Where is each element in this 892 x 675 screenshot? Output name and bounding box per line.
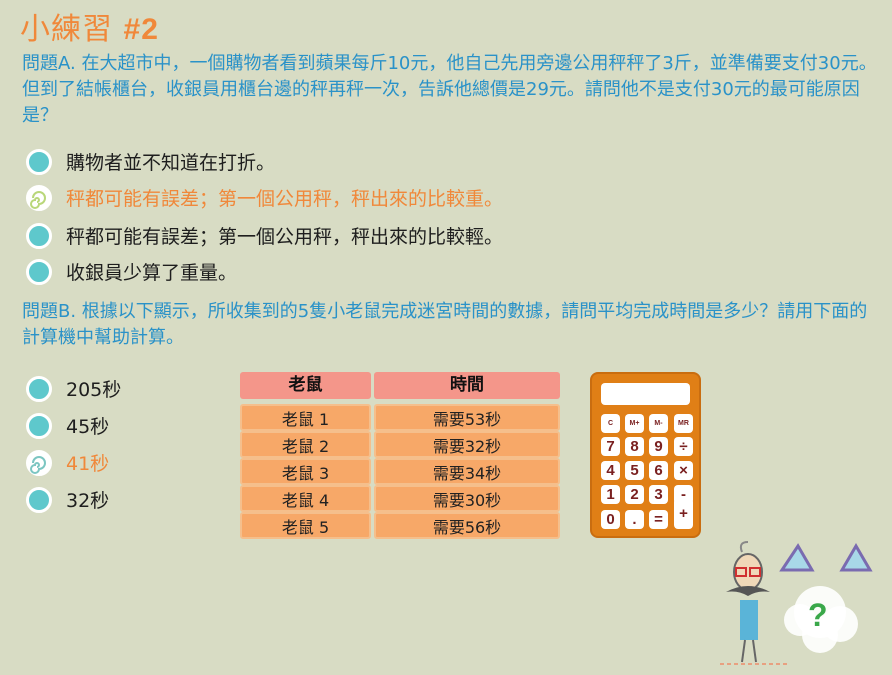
calculator[interactable]: C M+ M- MR 7 8 9 4 5 6 1 2 3 0 . = ÷ × -…	[590, 372, 701, 538]
table-header-time: 時間	[374, 372, 560, 399]
option-label: 秤都可能有誤差；第一個公用秤，秤出來的比較輕。	[66, 226, 504, 248]
calc-key-equals[interactable]: =	[649, 510, 668, 529]
page-title: 小練習 #2	[20, 4, 159, 48]
calc-key-1[interactable]: 1	[601, 485, 620, 504]
calc-key-mplus[interactable]: M+	[625, 414, 644, 433]
option-label: 205秒	[66, 379, 122, 401]
radio-button-icon[interactable]	[26, 486, 52, 513]
calc-key-dot[interactable]: .	[625, 510, 644, 529]
question-a-text: 問題A. 在大超市中，一個購物者看到蘋果每斤10元，他自己先用旁邊公用秤秤了3斤…	[22, 53, 877, 126]
title-prefix: 小練習	[20, 12, 124, 47]
calc-key-divide[interactable]: ÷	[674, 437, 693, 456]
option-b2[interactable]: 45秒	[26, 412, 109, 439]
flask-icon	[779, 543, 873, 572]
option-a4[interactable]: 收銀員少算了重量。	[26, 258, 237, 285]
table-cell: 需要30秒	[374, 485, 560, 512]
calc-key-4[interactable]: 4	[601, 461, 620, 480]
option-label: 32秒	[66, 490, 110, 512]
table-cell: 需要34秒	[374, 458, 560, 485]
calc-key-6[interactable]: 6	[649, 461, 668, 480]
question-b-text: 問題B. 根據以下顯示，所收集到的5隻小老鼠完成迷宮時間的數據，請問平均完成時間…	[22, 301, 868, 348]
option-a3[interactable]: 秤都可能有誤差；第一個公用秤，秤出來的比較輕。	[26, 222, 503, 249]
calculator-display	[601, 383, 690, 405]
radio-button-icon[interactable]	[26, 222, 52, 249]
option-a1[interactable]: 購物者並不知道在打折。	[26, 148, 275, 175]
option-b3[interactable]: 41秒	[26, 449, 109, 476]
calc-key-clear[interactable]: C	[601, 414, 620, 433]
calc-key-0[interactable]: 0	[601, 510, 620, 529]
option-label: 購物者並不知道在打折。	[66, 152, 276, 174]
calc-key-8[interactable]: 8	[625, 437, 644, 456]
option-label: 收銀員少算了重量。	[66, 262, 238, 284]
radio-button-icon[interactable]	[26, 258, 52, 285]
table-cell: 需要56秒	[374, 512, 560, 539]
calc-key-plus[interactable]: +	[674, 498, 693, 529]
title-number: #2	[123, 13, 159, 46]
calc-key-mminus[interactable]: M-	[649, 414, 668, 433]
svg-text:?: ?	[808, 597, 828, 633]
calc-key-7[interactable]: 7	[601, 437, 620, 456]
table-cell: 需要53秒	[374, 404, 560, 431]
option-b1[interactable]: 205秒	[26, 375, 121, 402]
calc-key-2[interactable]: 2	[625, 485, 644, 504]
table-header-mouse: 老鼠	[240, 372, 371, 399]
calc-key-mr[interactable]: MR	[674, 414, 693, 433]
table-cell: 老鼠 4	[240, 485, 371, 512]
scientist-illustration: ?	[720, 541, 873, 665]
table-cell: 老鼠 2	[240, 431, 371, 458]
option-label: 45秒	[66, 416, 110, 438]
calc-key-9[interactable]: 9	[649, 437, 668, 456]
table-cell: 老鼠 5	[240, 512, 371, 539]
option-b4[interactable]: 32秒	[26, 486, 109, 513]
radio-button-icon[interactable]	[26, 412, 52, 439]
scientist-icon	[720, 541, 790, 665]
selected-swirl-icon[interactable]	[26, 184, 52, 211]
calc-key-multiply[interactable]: ×	[674, 461, 693, 480]
radio-button-icon[interactable]	[26, 375, 52, 402]
calc-key-3[interactable]: 3	[649, 485, 668, 504]
table-cell: 老鼠 3	[240, 458, 371, 485]
option-label: 41秒	[66, 453, 110, 475]
calc-key-5[interactable]: 5	[625, 461, 644, 480]
radio-button-icon[interactable]	[26, 148, 52, 175]
thought-cloud-icon: ?	[784, 586, 858, 653]
option-label: 秤都可能有誤差；第一個公用秤，秤出來的比較重。	[66, 188, 504, 210]
table-cell: 需要32秒	[374, 431, 560, 458]
selected-swirl-icon[interactable]	[26, 449, 52, 476]
table-cell: 老鼠 1	[240, 404, 371, 431]
option-a2[interactable]: 秤都可能有誤差；第一個公用秤，秤出來的比較重。	[26, 184, 503, 211]
